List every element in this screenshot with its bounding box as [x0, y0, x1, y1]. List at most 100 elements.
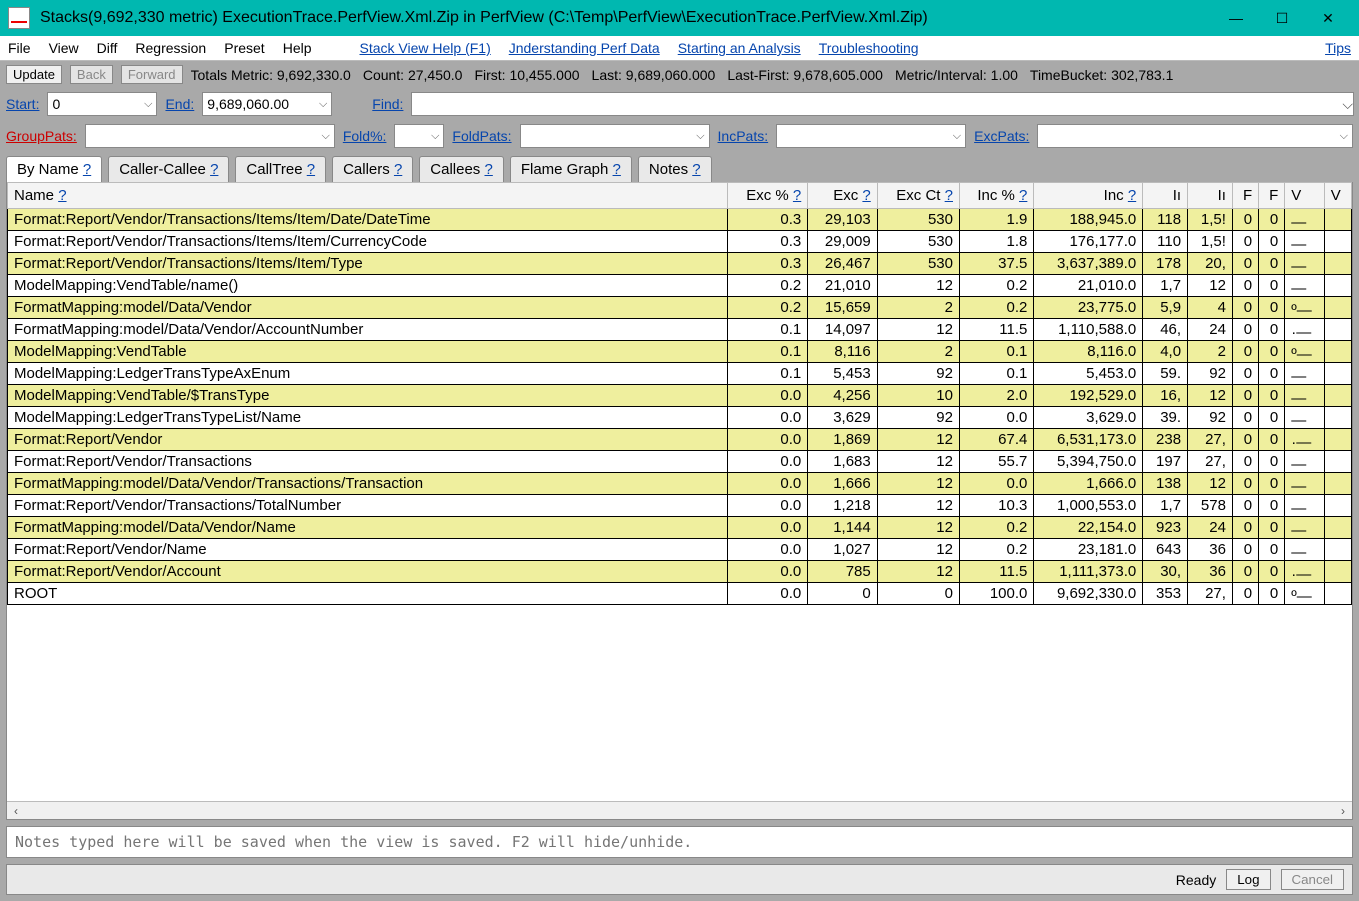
end-label[interactable]: End:	[165, 96, 194, 112]
table-row[interactable]: Format:Report/Vendor/Transactions/Items/…	[8, 209, 1352, 231]
cell-excp: 0.3	[728, 253, 808, 275]
help-link-icon[interactable]: ?	[58, 187, 66, 204]
minimize-button[interactable]: —	[1213, 0, 1259, 36]
table-row[interactable]: Format:Report/Vendor/Account0.07851211.5…	[8, 561, 1352, 583]
table-row[interactable]: FormatMapping:model/Data/Vendor/AccountN…	[8, 319, 1352, 341]
table-row[interactable]: Format:Report/Vendor0.01,8691267.46,531,…	[8, 429, 1352, 451]
help-link-icon[interactable]: ?	[484, 161, 492, 178]
menu-regression[interactable]: Regression	[135, 40, 206, 56]
table-row[interactable]: FormatMapping:model/Data/Vendor0.215,659…	[8, 297, 1352, 319]
table-row[interactable]: Format:Report/Vendor/Transactions0.01,68…	[8, 451, 1352, 473]
scroll-left-icon[interactable]: ‹	[7, 802, 25, 820]
table-row[interactable]: ModelMapping:VendTable/name()0.221,01012…	[8, 275, 1352, 297]
menu-preset[interactable]: Preset	[224, 40, 264, 56]
help-link-icon[interactable]: ?	[793, 187, 801, 204]
tab-notes[interactable]: Notes ?	[638, 156, 712, 182]
help-link-icon[interactable]: ?	[1019, 187, 1027, 204]
time-filter-row: Start: 0 ⌵ End: 9,689,060.00 ⌵ Find: ⌵	[0, 88, 1359, 120]
cell-spark: ·—	[1285, 561, 1325, 583]
tab-by-name[interactable]: By Name ?	[6, 156, 102, 182]
cell-spark: —	[1285, 363, 1325, 385]
excpats-combo[interactable]: ⌵	[1037, 124, 1353, 148]
start-label[interactable]: Start:	[6, 96, 39, 112]
data-grid[interactable]: Name ?Exc % ?Exc ?Exc Ct ?Inc % ?Inc ?Iı…	[7, 182, 1352, 801]
foldpats-combo[interactable]: ⌵	[520, 124, 710, 148]
help-link-icon[interactable]: ?	[1128, 187, 1136, 204]
foldpats-label[interactable]: FoldPats:	[452, 128, 511, 144]
maximize-button[interactable]: ☐	[1259, 0, 1305, 36]
tab-calltree[interactable]: CallTree ?	[235, 156, 326, 182]
help-link-icon[interactable]: ?	[613, 161, 621, 178]
cell-inc: 21,010.0	[1034, 275, 1143, 297]
table-row[interactable]: FormatMapping:model/Data/Vendor/Name0.01…	[8, 517, 1352, 539]
col-f[interactable]: F	[1232, 183, 1258, 209]
table-row[interactable]: Format:Report/Vendor/Transactions/TotalN…	[8, 495, 1352, 517]
grouppats-label[interactable]: GroupPats:	[6, 128, 77, 144]
stat-first: First: 10,455.000	[474, 67, 579, 83]
find-label[interactable]: Find:	[372, 96, 403, 112]
table-row[interactable]: ModelMapping:LedgerTransTypeAxEnum0.15,4…	[8, 363, 1352, 385]
cell-f2: 0	[1259, 385, 1285, 407]
link-understanding-perf[interactable]: Jnderstanding Perf Data	[509, 40, 660, 56]
menu-diff[interactable]: Diff	[97, 40, 118, 56]
col-exc-%[interactable]: Exc % ?	[728, 183, 808, 209]
col-inc[interactable]: Inc ?	[1034, 183, 1143, 209]
col-inc-%[interactable]: Inc % ?	[959, 183, 1033, 209]
col-v[interactable]: V	[1324, 183, 1351, 209]
col-f[interactable]: F	[1259, 183, 1285, 209]
horizontal-scrollbar[interactable]: ‹ ›	[7, 801, 1352, 819]
link-troubleshooting[interactable]: Troubleshooting	[819, 40, 919, 56]
log-button[interactable]: Log	[1226, 869, 1270, 890]
table-row[interactable]: Format:Report/Vendor/Transactions/Items/…	[8, 253, 1352, 275]
foldpct-label[interactable]: Fold%:	[343, 128, 387, 144]
col-v[interactable]: V	[1285, 183, 1325, 209]
cell-excp: 0.0	[728, 451, 808, 473]
start-combo[interactable]: 0 ⌵	[47, 92, 157, 116]
start-value: 0	[52, 96, 60, 112]
help-link-icon[interactable]: ?	[83, 161, 91, 178]
grouppats-combo[interactable]: ⌵	[85, 124, 335, 148]
col-i-[interactable]: Iı	[1188, 183, 1233, 209]
update-button[interactable]: Update	[6, 65, 62, 84]
excpats-label[interactable]: ExcPats:	[974, 128, 1029, 144]
table-row[interactable]: Format:Report/Vendor/Name0.01,027120.223…	[8, 539, 1352, 561]
table-row[interactable]: ModelMapping:VendTable/$TransType0.04,25…	[8, 385, 1352, 407]
col-i-[interactable]: Iı	[1143, 183, 1188, 209]
close-button[interactable]: ✕	[1305, 0, 1351, 36]
chevron-down-icon[interactable]: ⌵	[1342, 96, 1353, 113]
link-stack-view-help[interactable]: Stack View Help (F1)	[360, 40, 491, 56]
menu-view[interactable]: View	[49, 40, 79, 56]
menu-help[interactable]: Help	[283, 40, 312, 56]
help-link-icon[interactable]: ?	[394, 161, 402, 178]
col-exc-ct[interactable]: Exc Ct ?	[877, 183, 959, 209]
incpats-label[interactable]: IncPats:	[718, 128, 769, 144]
foldpct-combo[interactable]: ⌵	[394, 124, 444, 148]
cell-f1: 0	[1232, 275, 1258, 297]
help-link-icon[interactable]: ?	[862, 187, 870, 204]
table-row[interactable]: Format:Report/Vendor/Transactions/Items/…	[8, 231, 1352, 253]
table-row[interactable]: FormatMapping:model/Data/Vendor/Transact…	[8, 473, 1352, 495]
tab-callees[interactable]: Callees ?	[419, 156, 504, 182]
end-combo[interactable]: 9,689,060.00 ⌵	[202, 92, 332, 116]
scroll-right-icon[interactable]: ›	[1334, 802, 1352, 820]
table-row[interactable]: ModelMapping:LedgerTransTypeList/Name0.0…	[8, 407, 1352, 429]
tab-flame-graph[interactable]: Flame Graph ?	[510, 156, 632, 182]
col-name[interactable]: Name ?	[8, 183, 728, 209]
tab-caller-callee[interactable]: Caller-Callee ?	[108, 156, 229, 182]
menu-file[interactable]: File	[8, 40, 31, 56]
link-starting-analysis[interactable]: Starting an Analysis	[678, 40, 801, 56]
cell-spark: —	[1285, 495, 1325, 517]
table-row[interactable]: ModelMapping:VendTable0.18,11620.18,116.…	[8, 341, 1352, 363]
cell-name: Format:Report/Vendor	[8, 429, 728, 451]
help-link-icon[interactable]: ?	[692, 161, 700, 178]
incpats-combo[interactable]: ⌵	[776, 124, 966, 148]
help-link-icon[interactable]: ?	[307, 161, 315, 178]
col-exc[interactable]: Exc ?	[808, 183, 877, 209]
notes-input[interactable]	[6, 826, 1353, 858]
link-tips[interactable]: Tips	[1325, 40, 1351, 56]
help-link-icon[interactable]: ?	[945, 187, 953, 204]
help-link-icon[interactable]: ?	[210, 161, 218, 178]
find-input[interactable]	[411, 92, 1354, 116]
table-row[interactable]: ROOT0.000100.09,692,330.035327,00º—	[8, 583, 1352, 605]
tab-callers[interactable]: Callers ?	[332, 156, 413, 182]
